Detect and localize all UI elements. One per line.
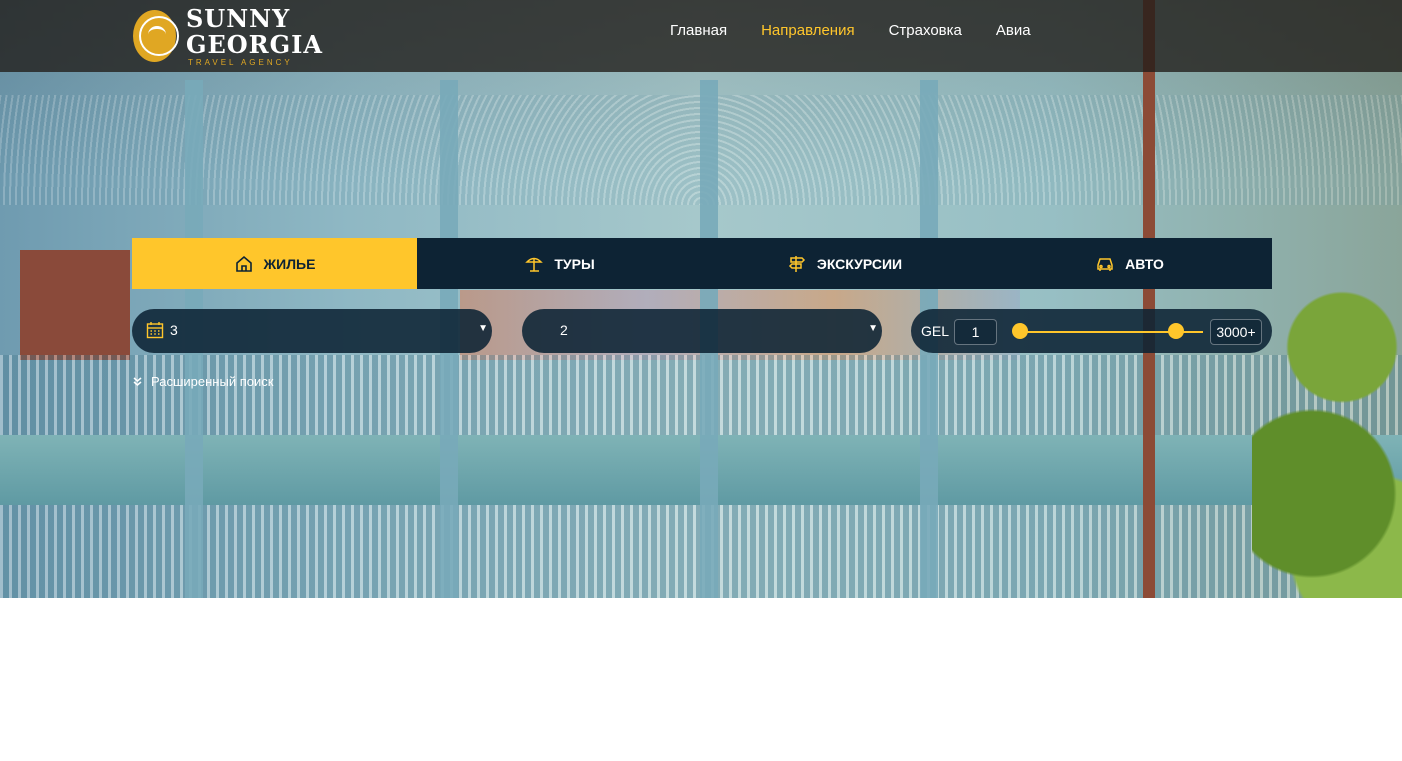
price-slider-min-handle[interactable] [1012, 323, 1028, 339]
nav-item-destinations[interactable]: Направления [761, 22, 855, 40]
brand-logo[interactable]: SUNNY GEORGIA TRAVEL AGENCY [133, 3, 393, 67]
hero-background-image [0, 0, 1402, 598]
sun-logo-icon [133, 10, 179, 62]
chevron-down-icon: ▼ [478, 323, 488, 334]
guests-value: 2 [560, 322, 568, 338]
currency-label: GEL [921, 323, 950, 339]
tab-label: ТУРЫ [554, 255, 595, 272]
double-chevron-down-icon [133, 377, 142, 386]
chevron-down-icon: ▼ [868, 323, 878, 334]
price-min-input[interactable]: 1 [954, 319, 997, 345]
advanced-search-label: Расширенный поиск [151, 374, 274, 389]
nav-item-flights[interactable]: Авиа [996, 22, 1031, 40]
price-max-input[interactable]: 3000+ [1210, 319, 1262, 345]
tab-label: ЭКСКУРСИИ [816, 255, 903, 272]
nights-value: 3 [170, 322, 178, 338]
price-slider-max-handle[interactable] [1168, 323, 1184, 339]
tab-label: ЖИЛЬЕ [263, 255, 316, 272]
beach-umbrella-icon [525, 257, 544, 272]
car-icon [1097, 257, 1113, 271]
brand-name: SUNNY GEORGIA [185, 3, 323, 59]
house-icon [235, 255, 252, 272]
tab-label: АВТО [1125, 255, 1164, 272]
nav-item-insurance[interactable]: Страховка [889, 22, 962, 40]
calendar-icon [146, 322, 164, 339]
tab-excursions[interactable]: ЭКСКУРСИИ [702, 238, 987, 289]
top-header: SUNNY GEORGIA TRAVEL AGENCY Главная Напр… [0, 0, 1402, 72]
guests-select[interactable]: 2 ▼ [522, 309, 882, 353]
tab-tours[interactable]: ТУРЫ [417, 238, 702, 289]
nav-item-home[interactable]: Главная [670, 22, 727, 40]
nights-select[interactable]: 3 ▼ [132, 309, 492, 353]
main-nav: Главная Направления Страховка Авиа [670, 22, 1031, 40]
signpost-icon [788, 255, 805, 272]
price-range-filter: GEL 1 3000+ [911, 309, 1272, 353]
search-category-tabs: ЖИЛЬЕ ТУРЫ ЭКСКУРСИИ АВТО [132, 238, 1272, 289]
brand-tagline: TRAVEL AGENCY [187, 57, 293, 67]
advanced-search-toggle[interactable]: Расширенный поиск [132, 374, 273, 389]
tab-car[interactable]: АВТО [987, 238, 1272, 289]
tab-accommodation[interactable]: ЖИЛЬЕ [132, 238, 417, 289]
